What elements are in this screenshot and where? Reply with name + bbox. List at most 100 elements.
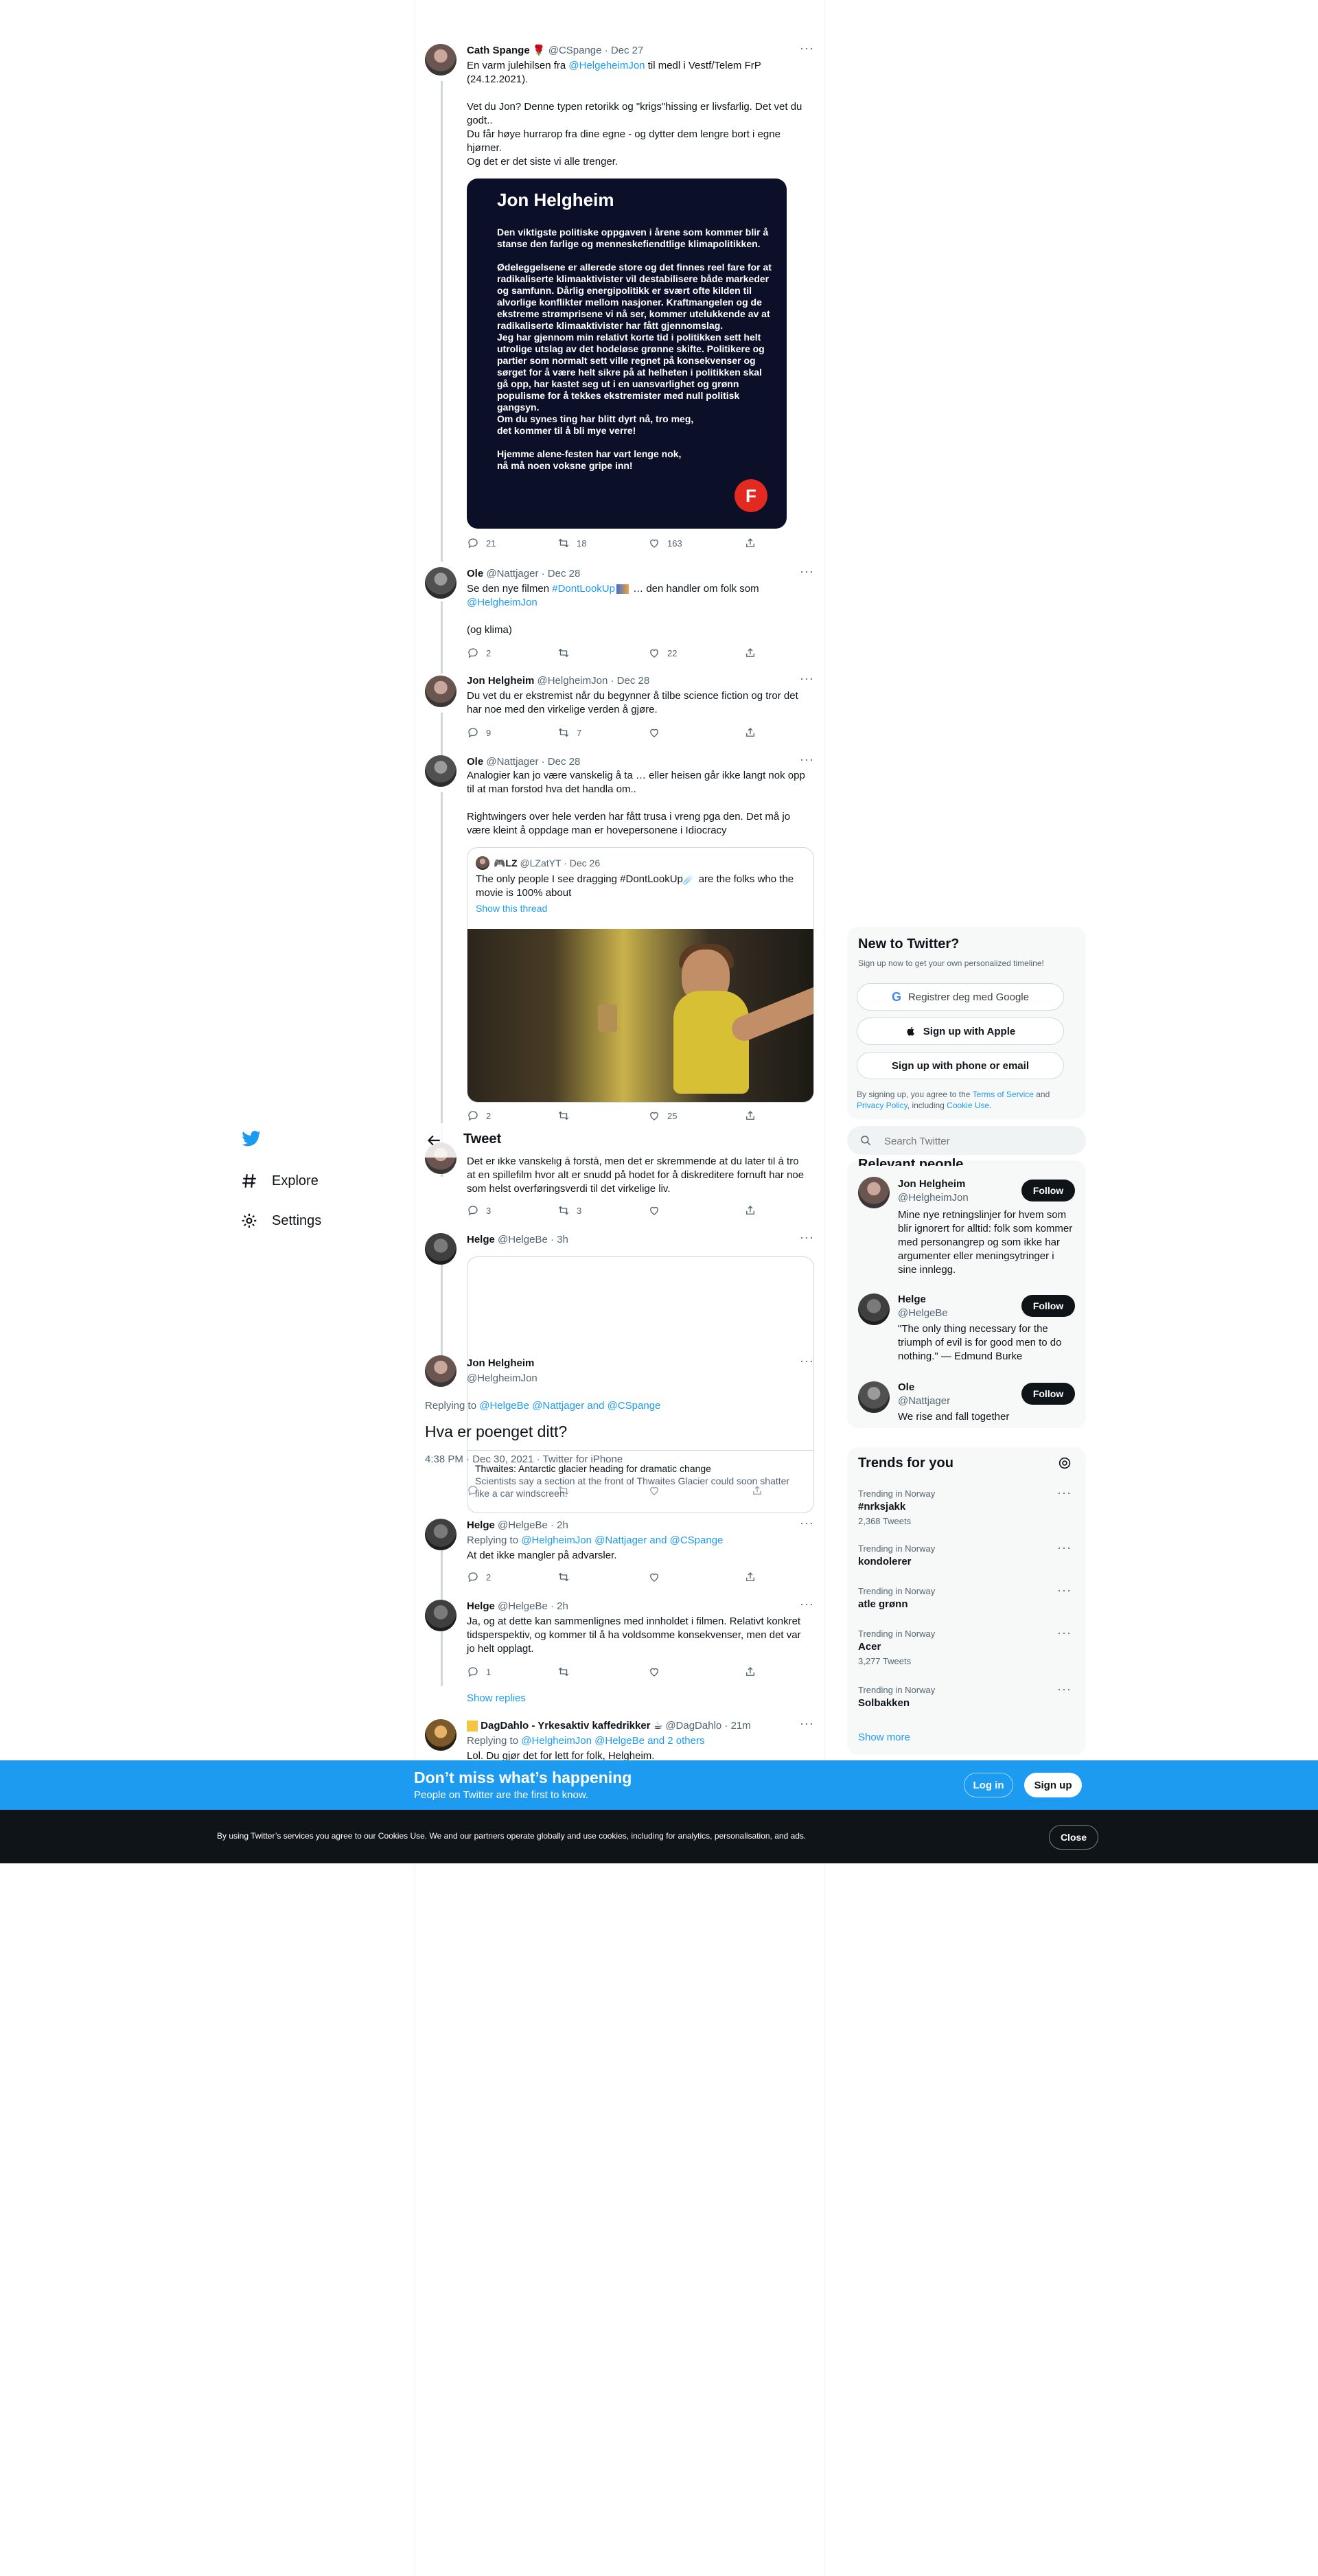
tweet-date[interactable]: Dec 28	[548, 568, 581, 579]
author-name[interactable]: Jon Helgheim	[467, 675, 534, 687]
retweet-button[interactable]	[557, 1109, 570, 1122]
quote-image[interactable]	[467, 929, 813, 1102]
more-options-icon[interactable]: ···	[1057, 1682, 1072, 1697]
sidebar-item-explore[interactable]: Explore	[240, 1172, 319, 1190]
follow-button[interactable]: Follow	[1021, 1180, 1075, 1201]
person-handle[interactable]: @HelgeBe	[898, 1307, 948, 1319]
avatar[interactable]	[858, 1293, 890, 1325]
retweet-button[interactable]	[557, 647, 570, 659]
person-handle[interactable]: @HelgheimJon	[898, 1192, 969, 1204]
quoted-tweet[interactable]: 🎮LZ @LZatYT · Dec 26 The only people I s…	[467, 847, 814, 1103]
reply-button[interactable]: 2	[467, 647, 491, 659]
follow-button[interactable]: Follow	[1021, 1383, 1075, 1405]
sidebar-item-settings[interactable]: Settings	[240, 1212, 321, 1230]
mention-link[interactable]: @HelgeheimJon	[568, 60, 645, 71]
retweet-button[interactable]	[557, 1571, 570, 1583]
like-button[interactable]	[648, 726, 660, 739]
share-button[interactable]	[744, 1204, 756, 1217]
tweet-time[interactable]: 2h	[557, 1519, 568, 1531]
search-bar[interactable]	[847, 1126, 1086, 1155]
avatar[interactable]	[425, 44, 456, 76]
close-button[interactable]: Close	[1049, 1825, 1098, 1850]
privacy-link[interactable]: Privacy Policy	[857, 1101, 907, 1110]
show-more-link[interactable]: Show more	[858, 1732, 910, 1743]
reply-button[interactable]: 21	[467, 537, 496, 549]
mention-link[interactable]: @HelgheimJon	[467, 597, 537, 608]
like-button[interactable]	[648, 1484, 660, 1497]
more-options-icon[interactable]: ···	[800, 1230, 814, 1245]
trend-name[interactable]: kondolerer	[858, 1556, 912, 1567]
like-button[interactable]	[648, 1571, 660, 1583]
more-options-icon[interactable]: ···	[800, 41, 814, 56]
author-handle[interactable]: @HelgheimJon	[467, 1372, 537, 1385]
google-signup-button[interactable]: G Registrer deg med Google	[857, 983, 1064, 1011]
avatar[interactable]	[858, 1177, 890, 1208]
phone-email-signup-button[interactable]: Sign up with phone or email	[857, 1052, 1064, 1079]
more-options-icon[interactable]: ···	[800, 564, 814, 579]
like-button[interactable]: 163	[648, 537, 682, 549]
reply-button[interactable]: 9	[467, 726, 491, 739]
author-handle[interactable]: @Nattjager	[486, 756, 538, 768]
hashtag-link[interactable]: #DontLookUp	[552, 583, 615, 595]
more-options-icon[interactable]: ···	[800, 1597, 814, 1611]
person-name[interactable]: Ole	[898, 1381, 914, 1393]
cookie-use-link[interactable]: Cookie Use	[947, 1101, 989, 1110]
retweet-button[interactable]: 18	[557, 537, 586, 549]
back-arrow-icon[interactable]	[425, 1131, 443, 1149]
trend-name[interactable]: atle grønn	[858, 1598, 908, 1610]
gear-icon[interactable]	[1057, 1456, 1074, 1472]
author-handle[interactable]: @HelgeBe	[498, 1234, 548, 1245]
trend-name[interactable]: Acer	[858, 1641, 881, 1653]
more-options-icon[interactable]: ···	[1057, 1583, 1072, 1598]
avatar[interactable]	[425, 1233, 456, 1265]
author-handle[interactable]: @HelgeBe	[498, 1519, 548, 1531]
avatar[interactable]	[425, 1355, 456, 1387]
trend-name[interactable]: #nrksjakk	[858, 1501, 905, 1513]
apple-signup-button[interactable]: Sign up with Apple	[857, 1017, 1064, 1045]
avatar[interactable]	[425, 1519, 456, 1550]
like-button[interactable]	[648, 1204, 660, 1217]
share-button[interactable]	[751, 1484, 763, 1497]
author-handle[interactable]: @Nattjager	[486, 568, 538, 579]
twitter-logo-icon[interactable]	[240, 1129, 264, 1149]
share-button[interactable]	[744, 537, 756, 549]
reply-button[interactable]: 2	[467, 1109, 491, 1122]
replying-to-links[interactable]: @HelgeBe @Nattjager and @CSpange	[479, 1400, 660, 1412]
terms-link[interactable]: Terms of Service	[973, 1090, 1034, 1099]
author-handle[interactable]: @HelgeBe	[498, 1600, 548, 1612]
author-name[interactable]: Helge	[467, 1234, 495, 1245]
like-button[interactable]	[648, 1666, 660, 1678]
tweet-date[interactable]: Dec 28	[548, 756, 581, 768]
reply-button[interactable]	[467, 1484, 479, 1497]
retweet-button[interactable]: 3	[557, 1204, 581, 1217]
retweet-button[interactable]: 7	[557, 726, 581, 739]
author-name[interactable]: Ole	[467, 756, 483, 768]
author-handle[interactable]: @DagDahlo	[665, 1720, 721, 1732]
more-options-icon[interactable]: ···	[1057, 1541, 1072, 1555]
more-options-icon[interactable]: ···	[800, 1354, 814, 1368]
author-name[interactable]: Ole	[467, 568, 483, 579]
retweet-button[interactable]	[557, 1666, 570, 1678]
like-button[interactable]: 25	[648, 1109, 677, 1122]
tweet-date[interactable]: Dec 28	[617, 675, 650, 687]
avatar[interactable]	[425, 1600, 456, 1631]
share-button[interactable]	[744, 1571, 756, 1583]
person-name[interactable]: Helge	[898, 1293, 926, 1305]
tweet-date[interactable]: Dec 27	[611, 45, 644, 56]
show-thread-link[interactable]: Show this thread	[476, 903, 547, 914]
more-options-icon[interactable]: ···	[800, 1716, 814, 1731]
signup-button[interactable]: Sign up	[1024, 1773, 1082, 1797]
more-options-icon[interactable]: ···	[1057, 1626, 1072, 1640]
author-name[interactable]: Cath Spange	[467, 45, 530, 56]
share-button[interactable]	[744, 1666, 756, 1678]
avatar[interactable]	[425, 1719, 456, 1751]
like-button[interactable]: 22	[648, 647, 677, 659]
reply-button[interactable]: 2	[467, 1571, 491, 1583]
more-options-icon[interactable]: ···	[800, 752, 814, 767]
image-card[interactable]: Jon Helgheim Den viktigste politiske opp…	[467, 179, 787, 529]
show-replies-link[interactable]: Show replies	[467, 1692, 526, 1705]
avatar[interactable]	[858, 1381, 890, 1413]
author-name[interactable]: Helge	[467, 1600, 495, 1612]
retweet-button[interactable]	[557, 1484, 570, 1497]
share-button[interactable]	[744, 1109, 756, 1122]
